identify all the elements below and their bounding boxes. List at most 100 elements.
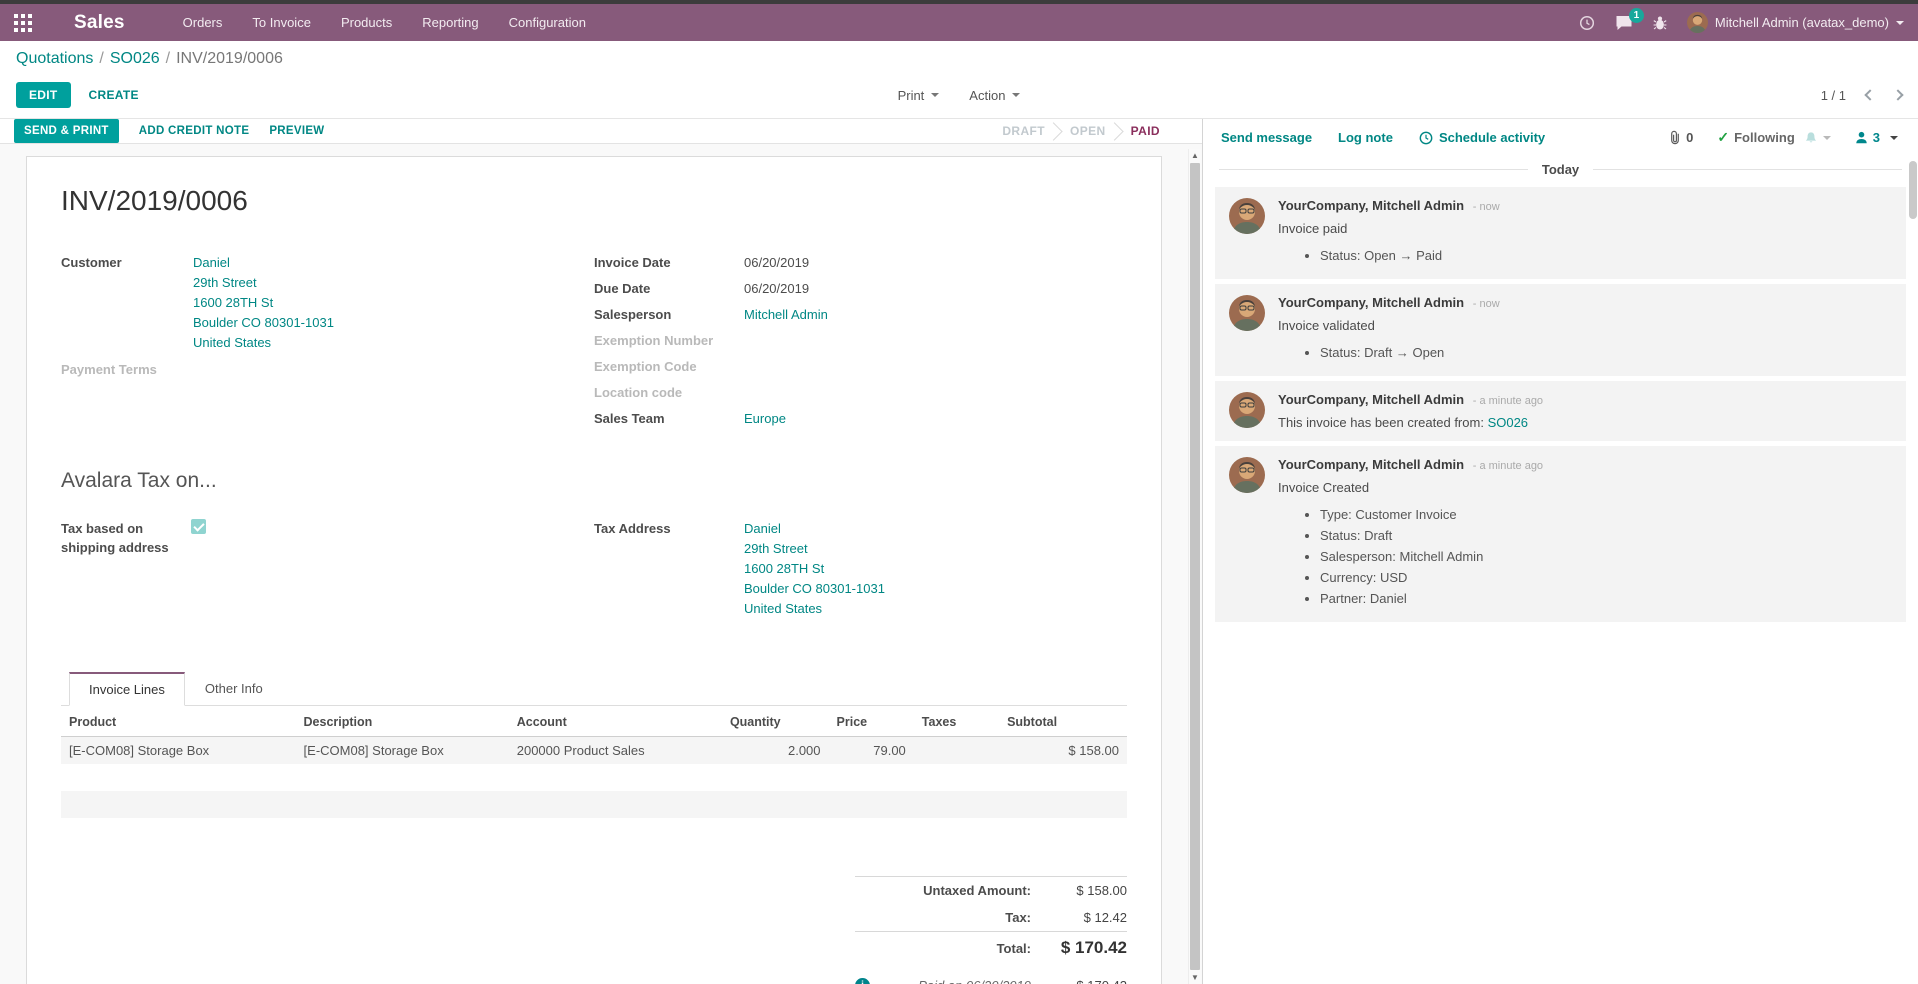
app-menu: Orders To Invoice Products Reporting Con… (183, 15, 586, 30)
message-count-badge: 1 (1629, 8, 1644, 23)
paperclip-icon (1669, 130, 1681, 145)
print-dropdown[interactable]: Print (898, 88, 940, 103)
chevron-down-icon[interactable] (1823, 136, 1831, 140)
chevron-down-icon[interactable] (1890, 136, 1898, 140)
payment-terms-label: Payment Terms (61, 360, 193, 379)
send-print-button[interactable]: SEND & PRINT (14, 119, 119, 143)
edit-button[interactable]: EDIT (16, 82, 71, 108)
cell-account: 200000 Product Sales (509, 737, 722, 765)
bug-icon[interactable] (1653, 15, 1667, 31)
customer-link[interactable]: Daniel (193, 255, 230, 270)
create-button[interactable]: CREATE (89, 88, 139, 102)
action-label: Action (969, 88, 1005, 103)
form-scrollbar[interactable]: ▲ ▼ (1188, 149, 1201, 984)
table-row[interactable]: [E-COM08] Storage Box [E-COM08] Storage … (61, 737, 1127, 765)
salesperson-link[interactable]: Mitchell Admin (744, 307, 828, 322)
following-label: Following (1734, 130, 1795, 145)
message-tracking-list: Status: Draft → Open (1320, 342, 1892, 363)
tracking-item: Currency: USD (1320, 567, 1892, 588)
avatar (1229, 295, 1265, 331)
followers-button[interactable]: 3 (1855, 130, 1898, 145)
message-author[interactable]: YourCompany, Mitchell Admin (1278, 392, 1464, 407)
menu-reporting[interactable]: Reporting (422, 15, 478, 30)
breadcrumb-separator: / (99, 50, 103, 67)
chatter-scrollbar-thumb[interactable] (1909, 161, 1917, 219)
today-divider: Today (1219, 162, 1902, 177)
exemption-number-label: Exemption Number (594, 331, 744, 350)
schedule-activity-button[interactable]: Schedule activity (1419, 130, 1545, 145)
untaxed-amount-label: Untaxed Amount: (855, 883, 1043, 898)
message-time: - now (1473, 298, 1500, 310)
attachment-count: 0 (1686, 130, 1693, 145)
menu-orders[interactable]: Orders (183, 15, 223, 30)
tab-other-info[interactable]: Other Info (185, 672, 283, 705)
customer-address-line[interactable]: 1600 28TH St (193, 295, 273, 310)
tab-invoice-lines[interactable]: Invoice Lines (69, 672, 185, 706)
sales-team-link[interactable]: Europe (744, 411, 786, 426)
messages-icon[interactable]: 1 (1615, 15, 1633, 31)
breadcrumb: Quotations/SO026/INV/2019/0006 (16, 50, 1902, 68)
tax-address-line[interactable]: Daniel (744, 521, 781, 536)
sales-team-label: Sales Team (594, 409, 744, 428)
customer-address-line[interactable]: Boulder CO 80301-1031 (193, 315, 334, 330)
pager-count: 1 / 1 (1821, 88, 1846, 103)
log-note-button[interactable]: Log note (1338, 130, 1393, 145)
table-empty-row (61, 791, 1127, 818)
tax-address-line[interactable]: Boulder CO 80301-1031 (744, 581, 885, 596)
cell-taxes (914, 737, 999, 765)
chatter-panel: Send message Log note Schedule activity … (1203, 119, 1918, 984)
avatar (1229, 457, 1265, 493)
total-value: $ 170.42 (1043, 938, 1127, 958)
tax-shipping-checkbox[interactable] (191, 519, 206, 534)
tax-address-label: Tax Address (594, 519, 744, 619)
paid-on-label: Paid on 06/20/2019 (870, 978, 1043, 984)
scroll-down-icon[interactable]: ▼ (1189, 973, 1201, 982)
status-step-paid[interactable]: PAID (1123, 124, 1168, 138)
activities-clock-icon[interactable] (1579, 15, 1595, 31)
message-body: Invoice paid (1278, 221, 1892, 236)
chatter-message: YourCompany, Mitchell Admin - now Invoic… (1215, 284, 1906, 376)
breadcrumb-quotations[interactable]: Quotations (16, 50, 93, 67)
exemption-code-label: Exemption Code (594, 357, 744, 376)
message-author[interactable]: YourCompany, Mitchell Admin (1278, 198, 1464, 213)
tax-address-line[interactable]: 29th Street (744, 541, 808, 556)
cell-quantity: 2.000 (722, 737, 829, 765)
attachments-button[interactable]: 0 (1669, 130, 1693, 145)
message-author[interactable]: YourCompany, Mitchell Admin (1278, 457, 1464, 472)
col-taxes: Taxes (914, 708, 999, 737)
menu-configuration[interactable]: Configuration (509, 15, 586, 30)
menu-to-invoice[interactable]: To Invoice (252, 15, 311, 30)
tax-address-line[interactable]: 1600 28TH St (744, 561, 824, 576)
pager-next-icon[interactable] (1892, 89, 1903, 100)
user-menu[interactable]: Mitchell Admin (avatax_demo) (1687, 12, 1904, 33)
action-dropdown[interactable]: Action (969, 88, 1020, 103)
customer-address-line[interactable]: United States (193, 335, 271, 350)
menu-products[interactable]: Products (341, 15, 392, 30)
message-author[interactable]: YourCompany, Mitchell Admin (1278, 295, 1464, 310)
cell-product: [E-COM08] Storage Box (61, 737, 296, 765)
add-credit-note-button[interactable]: ADD CREDIT NOTE (139, 125, 250, 137)
breadcrumb-so026[interactable]: SO026 (110, 50, 160, 67)
chatter-message: YourCompany, Mitchell Admin - a minute a… (1215, 446, 1906, 622)
payment-info-icon[interactable]: i (855, 978, 870, 984)
scroll-up-icon[interactable]: ▲ (1189, 151, 1201, 160)
pager-previous-icon[interactable] (1864, 89, 1875, 100)
customer-label: Customer (61, 253, 193, 353)
form-scrollbar-thumb[interactable] (1190, 163, 1200, 970)
location-code-label: Location code (594, 383, 744, 402)
customer-address: Daniel 29th Street 1600 28TH St Boulder … (193, 253, 334, 353)
following-button[interactable]: ✓ Following (1717, 129, 1830, 146)
preview-button[interactable]: PREVIEW (269, 125, 324, 137)
col-quantity: Quantity (722, 708, 829, 737)
app-title[interactable]: Sales (74, 12, 125, 34)
customer-address-line[interactable]: 29th Street (193, 275, 257, 290)
col-subtotal: Subtotal (999, 708, 1127, 737)
send-message-button[interactable]: Send message (1221, 130, 1312, 145)
status-steps: DRAFT OPEN PAID (994, 119, 1168, 143)
chatter-scrollbar[interactable] (1908, 147, 1918, 984)
schedule-activity-label: Schedule activity (1439, 130, 1545, 145)
tax-address-line[interactable]: United States (744, 601, 822, 616)
source-order-link[interactable]: SO026 (1488, 415, 1528, 430)
apps-grid-icon[interactable] (14, 14, 44, 32)
chatter-message: YourCompany, Mitchell Admin - now Invoic… (1215, 187, 1906, 279)
